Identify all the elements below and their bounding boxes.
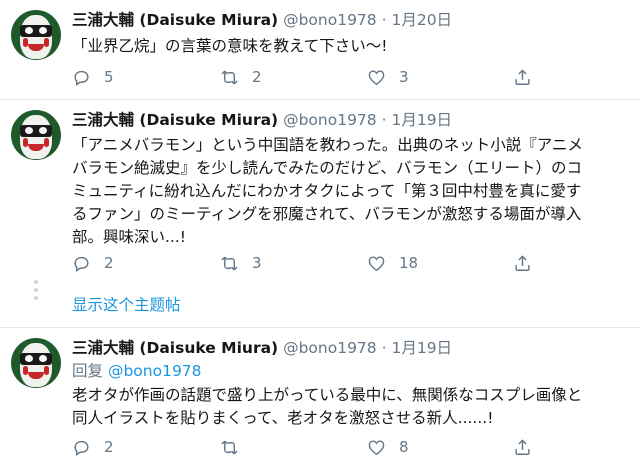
like-button[interactable]: 3	[367, 66, 409, 88]
tweet-text: 「业界乙烷」の言葉の意味を教えて下さい〜!	[72, 37, 388, 55]
like-icon	[368, 439, 385, 455]
tweet-header: 三浦大輔 (Daisuke Miura) @bono1978 · 1月20日	[72, 10, 452, 30]
separator-dot: ·	[381, 111, 387, 129]
share-icon	[515, 438, 530, 455]
reply-mention-link[interactable]: @bono1978	[108, 362, 202, 380]
author-handle[interactable]: @bono1978	[283, 339, 377, 357]
author-name[interactable]: 三浦大輔 (Daisuke Miura)	[72, 11, 278, 29]
tweet-date[interactable]: 1月19日	[391, 339, 452, 357]
thread-dot	[34, 296, 38, 300]
tweet-header: 三浦大輔 (Daisuke Miura) @bono1978 · 1月19日	[72, 110, 452, 130]
author-name[interactable]: 三浦大輔 (Daisuke Miura)	[72, 339, 278, 357]
separator-dot: ·	[381, 339, 387, 357]
reply-prefix: 回复	[72, 362, 104, 380]
share-button[interactable]	[513, 252, 532, 274]
author-handle[interactable]: @bono1978	[283, 11, 377, 29]
avatar[interactable]	[11, 338, 61, 388]
retweet-icon	[221, 256, 238, 270]
like-button[interactable]: 8	[367, 436, 409, 458]
show-thread-link[interactable]: 显示这个主题帖	[72, 295, 181, 315]
tweet-text: 老オタが作画の話題で盛り上がっている最中に、無関係なコスプレ画像と 同人イラスト…	[72, 386, 583, 427]
like-count: 3	[399, 68, 409, 86]
reply-count: 2	[104, 254, 114, 272]
reply-icon	[74, 70, 89, 86]
thread-dot	[34, 288, 38, 292]
author-name[interactable]: 三浦大輔 (Daisuke Miura)	[72, 111, 278, 129]
like-icon	[368, 69, 385, 85]
tweet-actions: 2 3 18	[72, 252, 612, 274]
reply-icon	[74, 256, 89, 272]
separator-dot: ·	[381, 11, 387, 29]
reply-count: 2	[104, 438, 114, 456]
tweet-date[interactable]: 1月19日	[391, 111, 452, 129]
reply-button[interactable]: 2	[72, 436, 114, 458]
retweet-count: 2	[252, 68, 262, 86]
reply-button[interactable]: 5	[72, 66, 114, 88]
reply-count: 5	[104, 68, 114, 86]
replying-to: 回复 @bono1978	[72, 361, 202, 381]
author-handle[interactable]: @bono1978	[283, 111, 377, 129]
tweet-actions: 5 2 3	[72, 66, 612, 88]
tweet-date[interactable]: 1月20日	[391, 11, 452, 29]
like-count: 18	[399, 254, 419, 272]
avatar[interactable]	[11, 110, 61, 160]
reply-button[interactable]: 2	[72, 252, 114, 274]
tweet-header: 三浦大輔 (Daisuke Miura) @bono1978 · 1月19日	[72, 338, 452, 358]
retweet-button[interactable]: 2	[220, 66, 262, 88]
avatar[interactable]	[11, 10, 61, 60]
share-icon	[515, 68, 530, 85]
share-button[interactable]	[513, 436, 532, 458]
tweet-2[interactable]: 三浦大輔 (Daisuke Miura) @bono1978 · 1月19日 「…	[0, 100, 640, 328]
reply-icon	[74, 440, 89, 456]
tweet-3[interactable]: 三浦大輔 (Daisuke Miura) @bono1978 · 1月19日 回…	[0, 328, 640, 468]
retweet-count: 3	[252, 254, 262, 272]
share-button[interactable]	[513, 66, 532, 88]
retweet-button[interactable]	[220, 436, 252, 458]
like-icon	[368, 255, 385, 271]
tweet-text: 「アニメバラモン」という中国語を教わった。出典のネット小説『アニメ バラモン絶滅…	[72, 136, 583, 246]
tweet-actions: 2 8	[72, 436, 612, 458]
retweet-icon	[221, 70, 238, 84]
like-button[interactable]: 18	[367, 252, 418, 274]
thread-dot	[34, 280, 38, 284]
like-count: 8	[399, 438, 409, 456]
share-icon	[515, 254, 530, 271]
retweet-icon	[221, 440, 238, 454]
retweet-button[interactable]: 3	[220, 252, 262, 274]
tweet-1[interactable]: 三浦大輔 (Daisuke Miura) @bono1978 · 1月20日 「…	[0, 0, 640, 100]
